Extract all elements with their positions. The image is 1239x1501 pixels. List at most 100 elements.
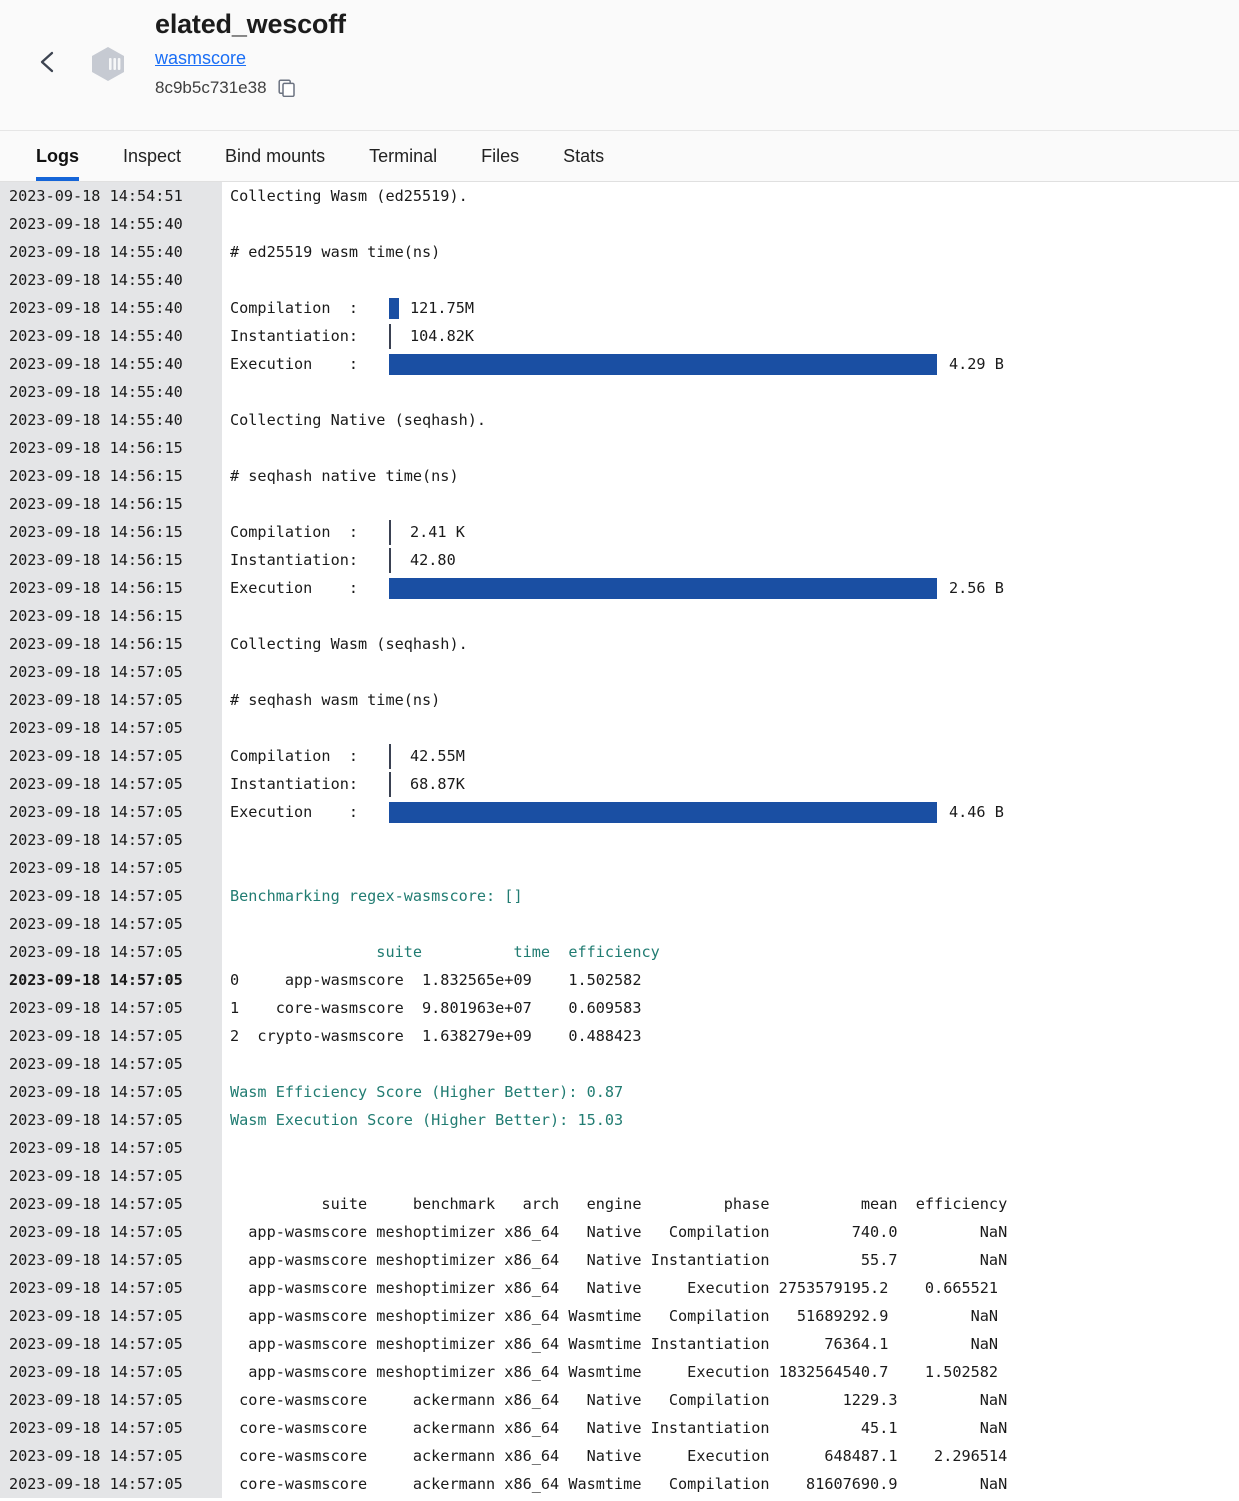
log-line: 2023-09-18 14:57:05 Wasm Efficiency Score… <box>0 1078 1239 1106</box>
log-message <box>222 714 1239 742</box>
log-timestamp: 2023-09-18 14:57:05 <box>0 994 222 1022</box>
log-message <box>222 266 1239 294</box>
log-timestamp: 2023-09-18 14:56:15 <box>0 462 222 490</box>
log-timestamp: 2023-09-18 14:56:15 <box>0 434 222 462</box>
log-timestamp: 2023-09-18 14:57:05 <box>0 1386 222 1414</box>
log-bar-row: Execution : 2.56 B <box>222 574 1239 602</box>
tab-inspect[interactable]: Inspect <box>101 131 203 181</box>
log-timestamp: 2023-09-18 14:57:05 <box>0 1414 222 1442</box>
tab-logs[interactable]: Logs <box>34 131 101 181</box>
log-line: 2023-09-18 14:57:05 app-wasmscore meshop… <box>0 1218 1239 1246</box>
tab-label: Files <box>481 145 520 166</box>
log-bar-row: Compilation : 121.75M <box>222 294 1239 322</box>
log-timestamp: 2023-09-18 14:57:05 <box>0 1330 222 1358</box>
log-message: # seqhash native time(ns) <box>230 467 459 485</box>
log-timestamp: 2023-09-18 14:57:05 <box>0 686 222 714</box>
log-message <box>222 210 1239 238</box>
log-timestamp: 2023-09-18 14:56:15 <box>0 602 222 630</box>
log-line: 2023-09-18 14:57:05 app-wasmscore meshop… <box>0 1330 1239 1358</box>
log-timestamp: 2023-09-18 14:57:05 <box>0 826 222 854</box>
tab-stats[interactable]: Stats <box>541 131 626 181</box>
phase-bar-value: 121.75M <box>410 299 475 317</box>
log-bar-row: Execution : 4.29 B <box>222 350 1239 378</box>
phase-bar-value: 68.87K <box>410 775 465 793</box>
phase-bar <box>389 578 937 599</box>
log-bar-row: Instantiation: 104.82K <box>222 322 1239 350</box>
log-line: 2023-09-18 14:57:05 <box>0 658 1239 686</box>
log-line: 2023-09-18 14:57:05 core-wasmscore acker… <box>0 1442 1239 1470</box>
log-timestamp: 2023-09-18 14:57:05 <box>0 1218 222 1246</box>
log-timestamp: 2023-09-18 14:57:05 <box>0 1246 222 1274</box>
log-timestamp: 2023-09-18 14:55:40 <box>0 378 222 406</box>
log-output-panel[interactable]: 2023-09-18 14:54:51 Collecting Wasm (ed25… <box>0 182 1239 1500</box>
log-line: 2023-09-18 14:56:15 Execution : 2.56 B <box>0 574 1239 602</box>
phase-bar-value: 4.29 B <box>949 355 1004 373</box>
log-timestamp: 2023-09-18 14:57:05 <box>0 658 222 686</box>
log-timestamp: 2023-09-18 14:57:05 <box>0 1106 222 1134</box>
log-message: core-wasmscore ackermann x86_64 Native C… <box>230 1391 1008 1409</box>
log-message <box>222 602 1239 630</box>
log-line: 2023-09-18 14:55:40 <box>0 378 1239 406</box>
phase-label: Instantiation: <box>230 775 359 793</box>
log-line: 2023-09-18 14:57:05 <box>0 854 1239 882</box>
log-line: 2023-09-18 14:57:05 Benchmarking regex-wa… <box>0 882 1239 910</box>
tab-label: Terminal <box>369 145 438 166</box>
copy-icon[interactable] <box>277 79 296 98</box>
log-message <box>222 1134 1239 1162</box>
tab-terminal[interactable]: Terminal <box>347 131 459 181</box>
log-line: 2023-09-18 14:57:05 app-wasmscore meshop… <box>0 1246 1239 1274</box>
log-message: suite benchmark arch engine phase mean e… <box>230 1195 1008 1213</box>
phase-label: Execution : <box>230 355 359 373</box>
phase-label: Compilation : <box>230 523 359 541</box>
tab-label: Bind mounts <box>225 145 326 166</box>
log-message <box>222 1162 1239 1190</box>
log-line: 2023-09-18 14:57:05 <box>0 910 1239 938</box>
log-timestamp: 2023-09-18 14:55:40 <box>0 266 222 294</box>
log-timestamp: 2023-09-18 14:56:15 <box>0 518 222 546</box>
log-bar-row: Compilation : 2.41 K <box>222 518 1239 546</box>
log-timestamp: 2023-09-18 14:57:05 <box>0 966 222 994</box>
log-message: core-wasmscore ackermann x86_64 Wasmtime… <box>230 1475 1008 1493</box>
log-line: 2023-09-18 14:55:40 Execution : 4.29 B <box>0 350 1239 378</box>
log-message: core-wasmscore ackermann x86_64 Native E… <box>230 1447 1008 1465</box>
phase-bar-value: 42.80 <box>410 551 456 569</box>
log-timestamp: 2023-09-18 14:57:05 <box>0 1442 222 1470</box>
log-line: 2023-09-18 14:57:05 core-wasmscore acker… <box>0 1414 1239 1442</box>
log-line: 2023-09-18 14:56:15 <box>0 490 1239 518</box>
log-timestamp: 2023-09-18 14:57:05 <box>0 1274 222 1302</box>
phase-bar-value: 2.41 K <box>410 523 465 541</box>
phase-label: Compilation : <box>230 299 359 317</box>
log-line: 2023-09-18 14:57:05 Execution : 4.46 B <box>0 798 1239 826</box>
log-bar-row: Instantiation: 68.87K <box>222 770 1239 798</box>
image-name-link[interactable]: wasmscore <box>155 45 246 71</box>
log-timestamp: 2023-09-18 14:55:40 <box>0 350 222 378</box>
log-line: 2023-09-18 14:55:40 <box>0 266 1239 294</box>
log-timestamp: 2023-09-18 14:57:05 <box>0 1050 222 1078</box>
tab-bind-mounts[interactable]: Bind mounts <box>203 131 347 181</box>
back-button[interactable] <box>33 47 63 77</box>
tab-label: Logs <box>36 145 79 166</box>
log-line: 2023-09-18 14:57:05 2 crypto-wasmscore 1.… <box>0 1022 1239 1050</box>
log-line: 2023-09-18 14:57:05 core-wasmscore acker… <box>0 1470 1239 1498</box>
phase-bar <box>389 802 937 823</box>
phase-label: Instantiation: <box>230 327 359 345</box>
log-timestamp: 2023-09-18 14:56:15 <box>0 490 222 518</box>
chevron-left-icon <box>38 49 58 75</box>
tab-label: Stats <box>563 145 605 166</box>
container-id-row: 8c9b5c731e38 <box>155 76 346 100</box>
log-timestamp: 2023-09-18 14:57:05 <box>0 910 222 938</box>
log-message: Benchmarking regex-wasmscore: [] <box>230 887 523 905</box>
log-line: 2023-09-18 14:57:05 app-wasmscore meshop… <box>0 1302 1239 1330</box>
log-line: 2023-09-18 14:57:05 Compilation : 42.55M <box>0 742 1239 770</box>
tab-files[interactable]: Files <box>459 131 541 181</box>
log-line: 2023-09-18 14:56:15 Collecting Wasm (seqh… <box>0 630 1239 658</box>
log-message <box>222 378 1239 406</box>
phase-label: Compilation : <box>230 747 359 765</box>
log-line: 2023-09-18 14:57:05 0 app-wasmscore 1.832… <box>0 966 1239 994</box>
log-line: 2023-09-18 14:57:05 1 core-wasmscore 9.80… <box>0 994 1239 1022</box>
log-message <box>222 826 1239 854</box>
log-line: 2023-09-18 14:57:05 Instantiation: 68.87K <box>0 770 1239 798</box>
log-timestamp: 2023-09-18 14:55:40 <box>0 406 222 434</box>
log-timestamp: 2023-09-18 14:55:40 <box>0 294 222 322</box>
log-line: 2023-09-18 14:55:40 Instantiation: 104.82K <box>0 322 1239 350</box>
